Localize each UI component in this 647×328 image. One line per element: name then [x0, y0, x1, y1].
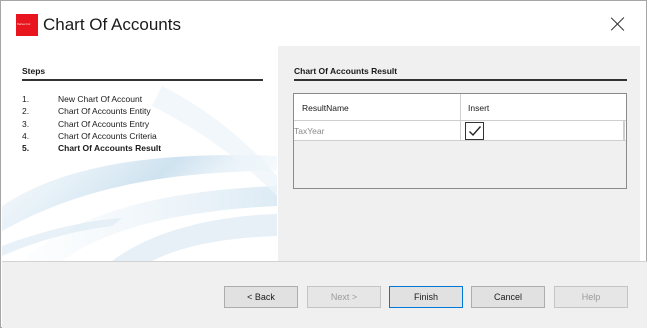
cancel-button[interactable]: Cancel	[471, 286, 545, 308]
column-divider	[460, 94, 461, 121]
finish-button[interactable]: Finish	[389, 286, 463, 308]
column-header-insert[interactable]: Insert	[468, 103, 489, 113]
step-item: 1. New Chart Of Account	[22, 93, 272, 105]
steps-header: Steps	[22, 66, 263, 81]
checkmark-icon	[469, 126, 482, 137]
step-number: 4.	[22, 130, 30, 141]
column-divider	[460, 121, 461, 141]
next-button[interactable]: Next >	[307, 286, 381, 308]
step-list: 1. New Chart Of Account 2. Chart Of Accoun…	[22, 93, 272, 154]
step-number: 3.	[22, 118, 30, 129]
step-item: 2. Chart Of Accounts Entity	[22, 105, 272, 117]
step-number: 2.	[22, 106, 30, 117]
row-edge	[623, 121, 625, 141]
cell-result-name[interactable]: TaxYear	[294, 126, 324, 136]
step-item-active: 5. Chart Of Accounts Result	[22, 142, 272, 154]
step-item: 4. Chart Of Accounts Criteria	[22, 130, 272, 142]
step-label: Chart Of Accounts Result	[58, 143, 162, 154]
step-label: Chart Of Accounts Entry	[58, 118, 150, 129]
step-item: 3. Chart Of Accounts Entry	[22, 118, 272, 130]
steps-pane: Steps 1. New Chart Of Account 2. Chart Of …	[2, 46, 277, 261]
step-label: New Chart Of Account	[58, 94, 143, 104]
close-icon[interactable]	[607, 13, 629, 35]
window-title: Chart Of Accounts	[43, 15, 181, 34]
insert-checkbox[interactable]	[465, 122, 484, 140]
table-row[interactable]: TaxYear	[294, 121, 626, 141]
back-button[interactable]: < Back	[224, 286, 298, 308]
title-bar: Vertex Inc Chart Of Accounts	[1, 1, 646, 49]
step-number: 1.	[22, 94, 30, 104]
step-label: Chart Of Accounts Entity	[58, 106, 151, 117]
step-label: Chart Of Accounts Criteria	[58, 130, 157, 141]
dialog-window: Vertex Inc Chart Of Accounts Steps 1. Ne…	[0, 0, 647, 328]
app-logo-text: Vertex Inc	[17, 22, 31, 26]
help-button[interactable]: Help	[554, 286, 628, 308]
grid-header-row: ResultName Insert	[294, 94, 626, 121]
button-bar: < Back Next > Finish Cancel Help	[2, 261, 647, 328]
app-logo: Vertex Inc	[16, 14, 38, 36]
column-header-resultname[interactable]: ResultName	[302, 103, 349, 113]
result-grid: ResultName Insert TaxYear	[293, 93, 627, 189]
result-header: Chart Of Accounts Result	[294, 66, 627, 81]
step-number: 5.	[22, 143, 30, 154]
result-pane: Chart Of Accounts Result ResultName Inse…	[278, 46, 640, 261]
